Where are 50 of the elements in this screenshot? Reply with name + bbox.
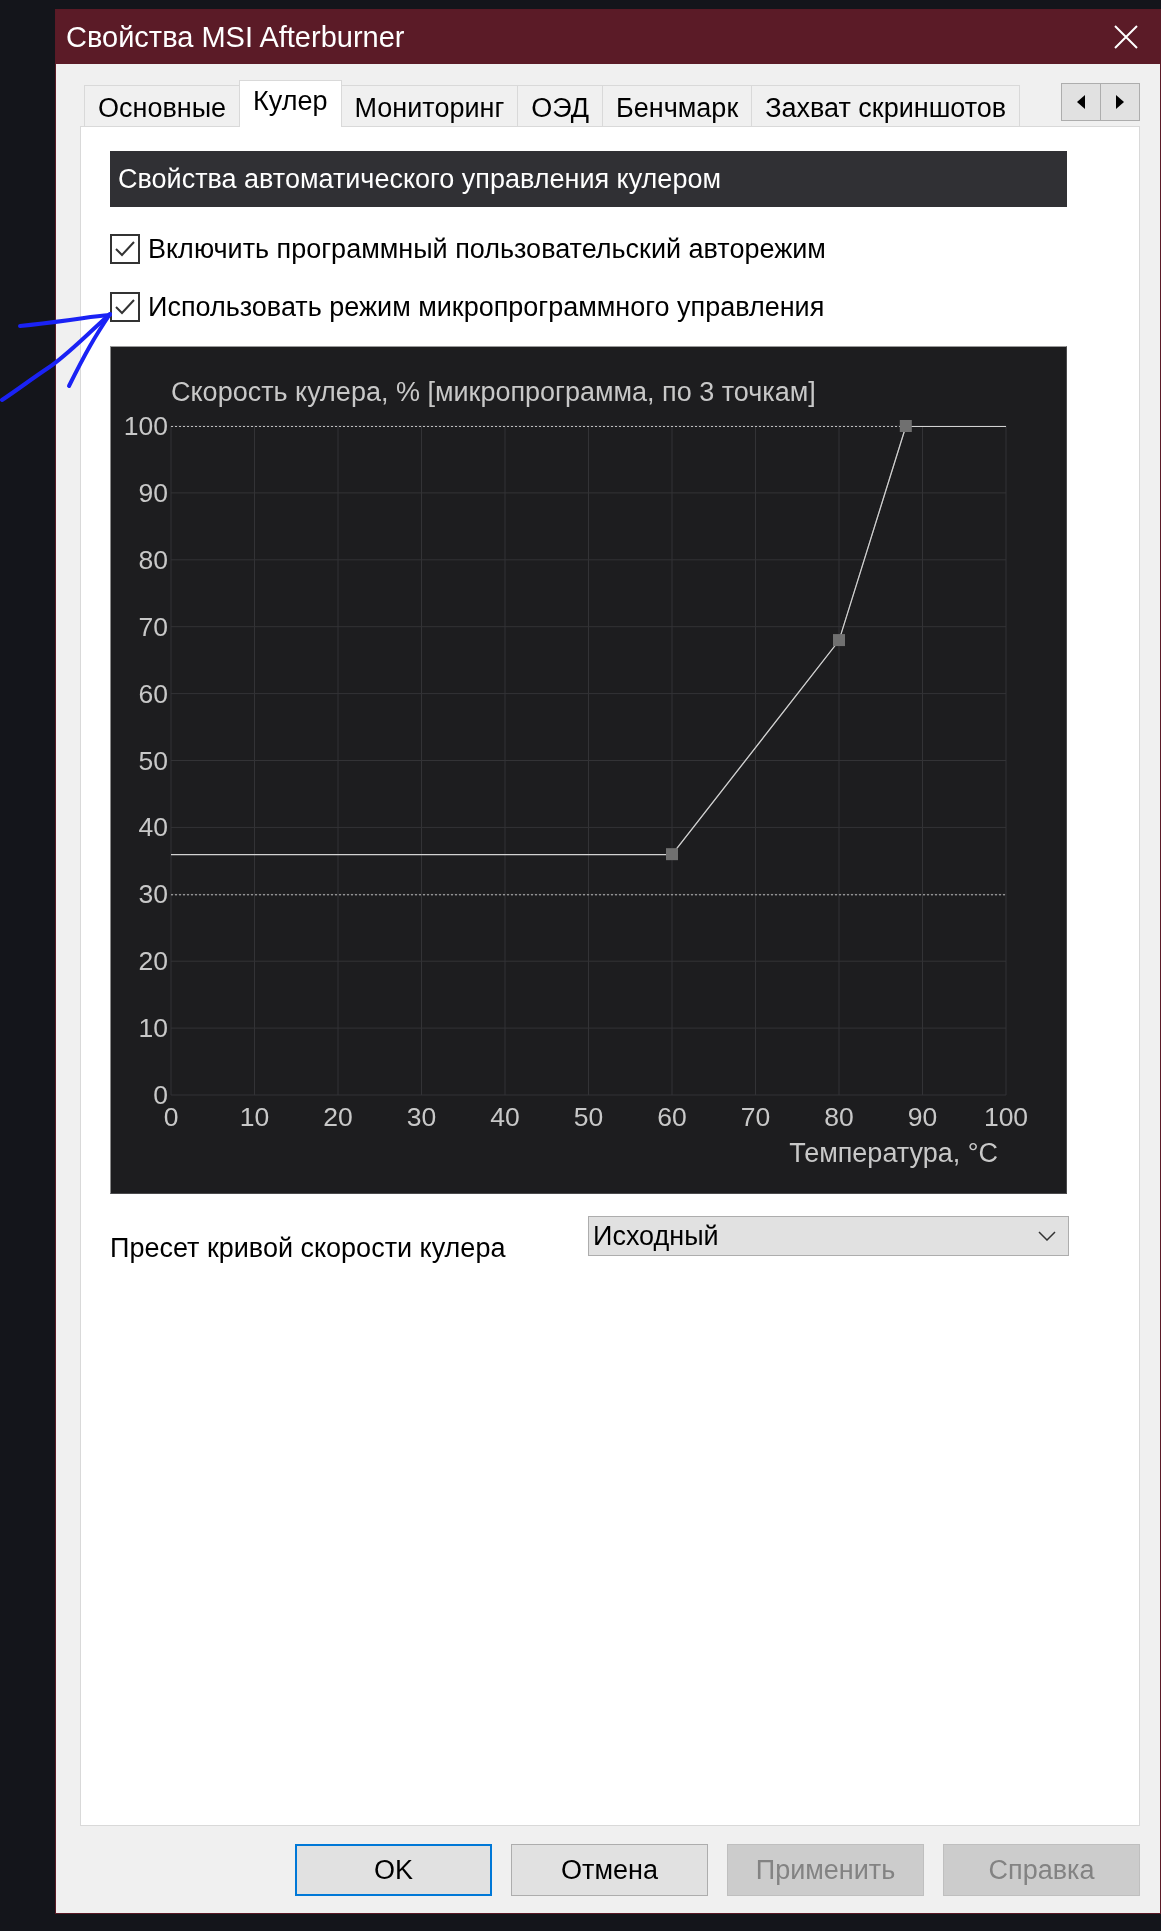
axis-tick-label: 0 xyxy=(153,1080,168,1110)
curve-point[interactable] xyxy=(833,634,845,647)
axis-tick-label: 10 xyxy=(239,1102,270,1132)
axis-tick-label: 100 xyxy=(983,1102,1029,1132)
section-header: Свойства автоматического управления кулером xyxy=(110,151,1067,207)
axis-tick-label: 50 xyxy=(138,745,168,776)
tab[interactable]: Кулер xyxy=(239,80,342,127)
chart-title: Скорость кулера, % [микропрограмма, по 3 точкам] xyxy=(171,377,816,407)
tab[interactable]: Захват скриншотов xyxy=(751,85,1021,126)
axis-tick-label: 40 xyxy=(490,1102,520,1132)
curve-point[interactable] xyxy=(666,848,678,861)
axis-tick-label: 90 xyxy=(907,1102,938,1132)
axis-tick-label: 30 xyxy=(138,879,168,910)
checkbox[interactable] xyxy=(110,292,140,322)
axis-tick-label: 80 xyxy=(138,544,168,575)
window-title: Свойства MSI Afterburner xyxy=(66,22,405,52)
axis-tick-label: 10 xyxy=(138,1013,168,1044)
preset-dropdown[interactable]: Исходный xyxy=(588,1216,1069,1256)
tab-scroll-right-button[interactable] xyxy=(1100,83,1140,121)
axis-tick-label: 20 xyxy=(323,1102,353,1132)
chevron-down-icon xyxy=(1038,1231,1056,1241)
axis-tick-label: 40 xyxy=(138,812,168,843)
axis-tick-label: 50 xyxy=(573,1102,604,1132)
checkbox-label[interactable]: Использовать режим микропрограммного управления xyxy=(148,286,825,328)
close-icon xyxy=(1114,25,1138,49)
preset-label: Пресет кривой скорости кулера xyxy=(110,1232,506,1265)
curve-point[interactable] xyxy=(899,420,912,432)
axis-tick-label: 70 xyxy=(138,611,168,642)
triangle-left-icon xyxy=(1077,95,1085,109)
axis-tick-label: 70 xyxy=(740,1102,771,1132)
axis-tick-label: 80 xyxy=(824,1102,854,1132)
axis-tick-label: 100 xyxy=(123,411,168,441)
checkbox[interactable] xyxy=(110,234,140,264)
tick-icon xyxy=(115,241,135,257)
tab[interactable]: Бенчмарк xyxy=(602,85,753,126)
tab[interactable]: Мониторинг xyxy=(340,85,519,126)
tab-scroll-left-button[interactable] xyxy=(1061,83,1101,121)
axis-tick-label: 60 xyxy=(657,1102,687,1132)
checkbox-label[interactable]: Включить программный пользовательский авторежим xyxy=(148,228,826,270)
triangle-right-icon xyxy=(1116,95,1124,109)
tab[interactable]: ОЭД xyxy=(517,85,604,126)
axis-label: Температура, °C xyxy=(789,1138,998,1168)
tick-icon xyxy=(115,299,135,315)
dialog-button[interactable]: OK xyxy=(295,1844,492,1896)
axis-tick-label: 60 xyxy=(138,678,168,709)
axis-tick-label: 30 xyxy=(406,1102,437,1132)
axis-tick-label: 20 xyxy=(138,946,168,977)
axis-tick-label: 90 xyxy=(138,477,168,508)
tab[interactable]: Основные xyxy=(84,85,241,126)
dialog-button[interactable]: Отмена xyxy=(511,1844,708,1896)
